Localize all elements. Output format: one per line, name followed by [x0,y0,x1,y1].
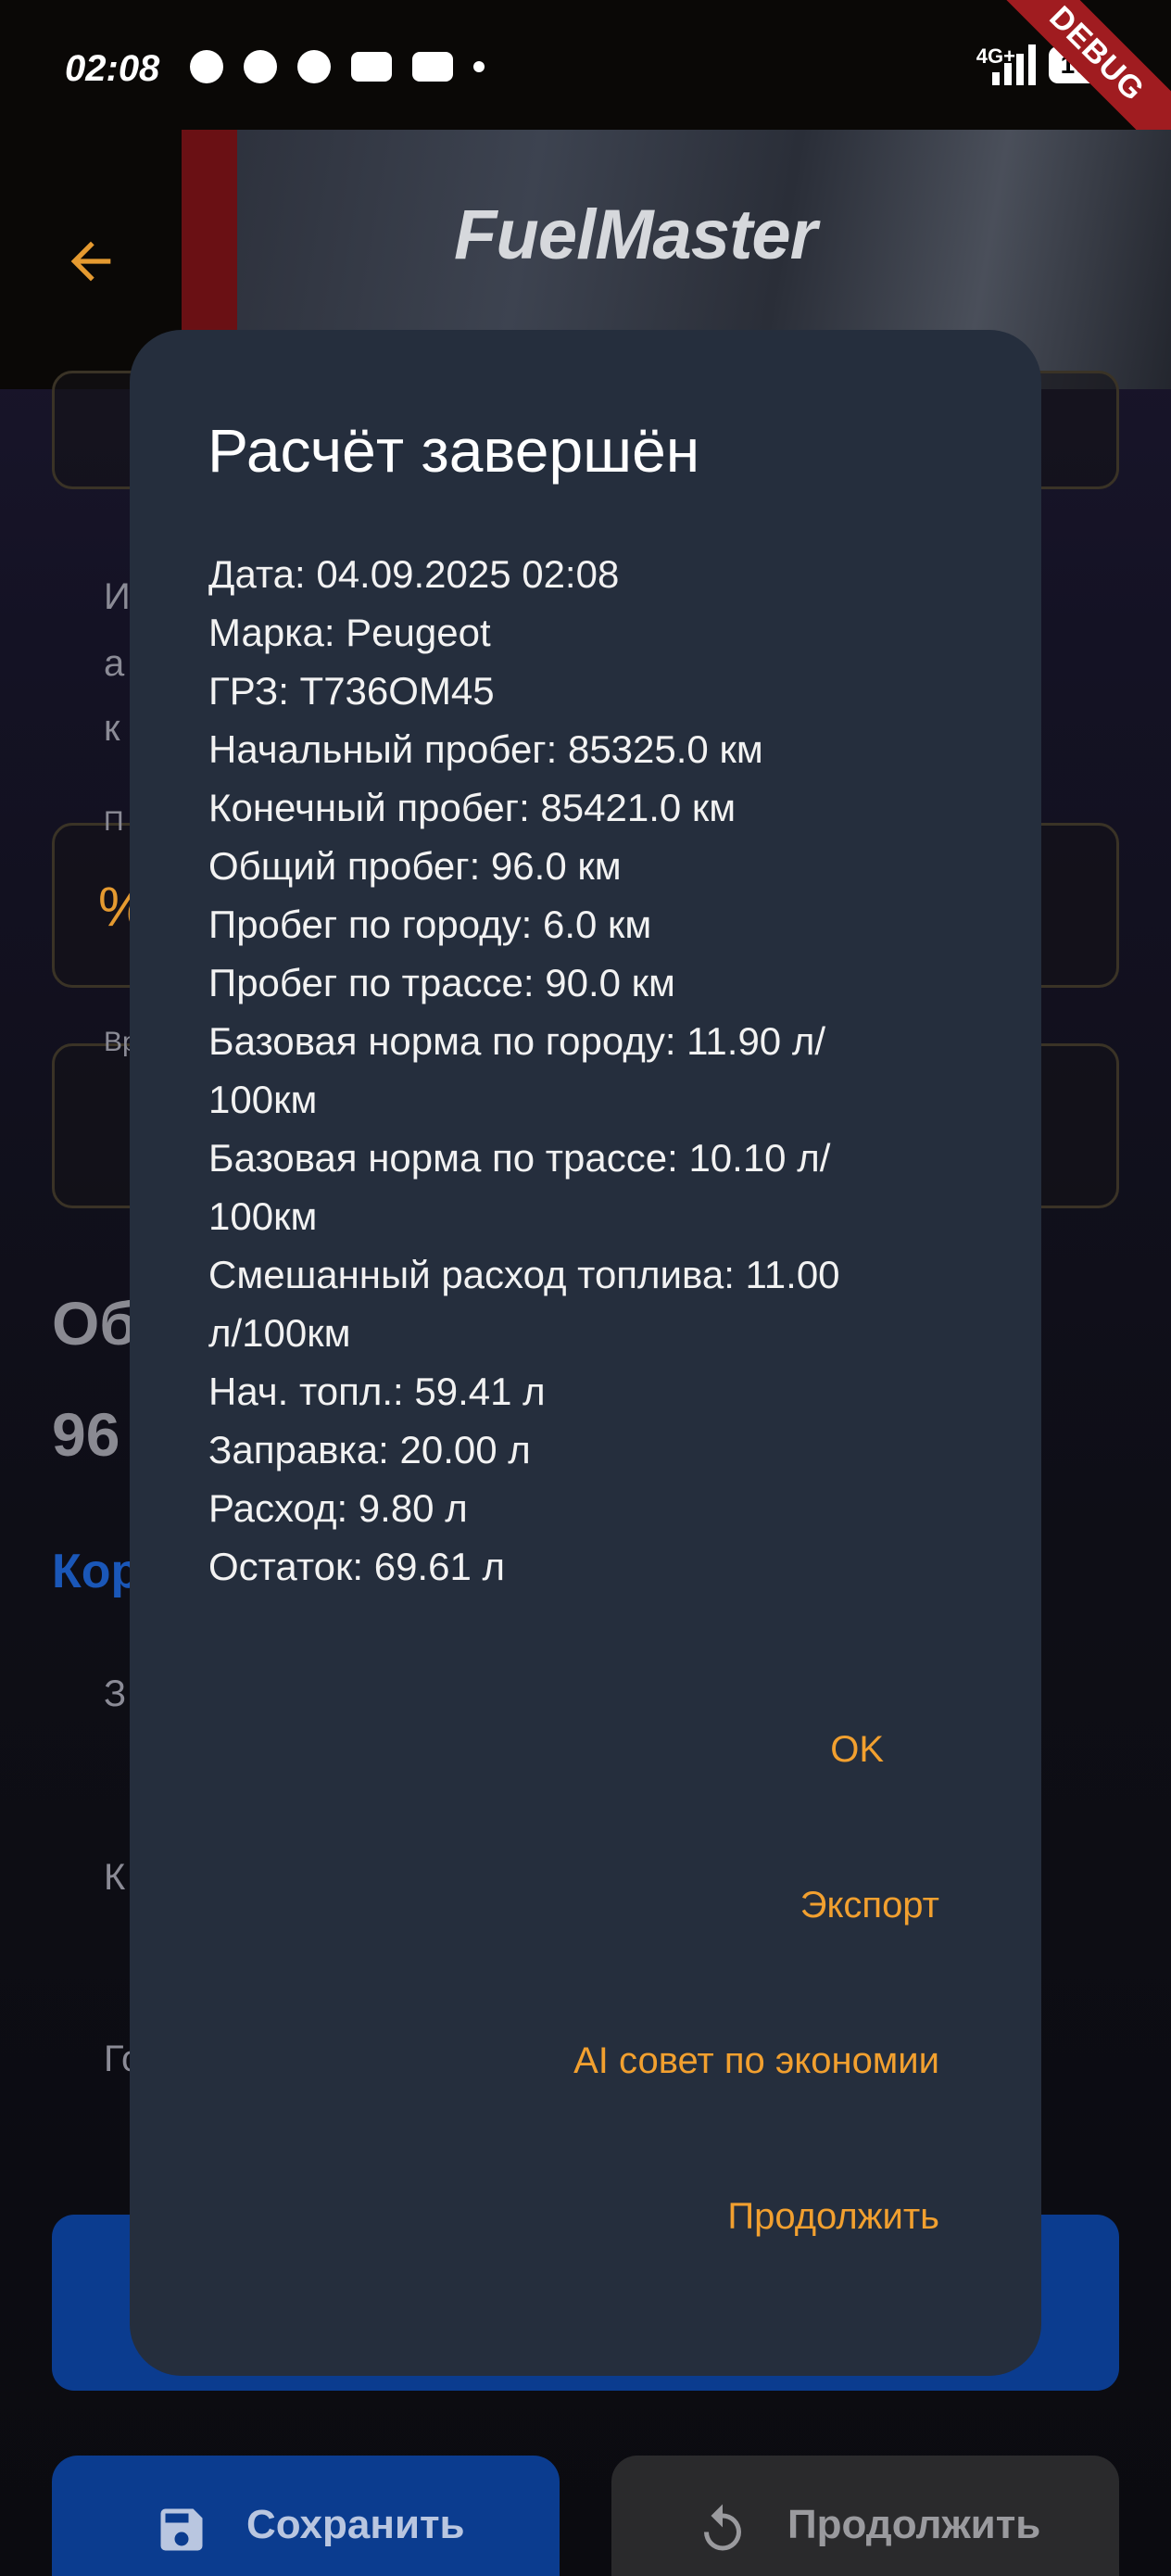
refuel-line: Заправка: 20.00 л [208,1428,531,1471]
brand-logo: FuelMaster [454,196,817,274]
more-notifications-icon [473,61,485,72]
highway-norm-line-cont: 100км [208,1194,318,1238]
date-line: Дата: 04.09.2025 02:08 [208,552,620,596]
continue-bottom-button[interactable]: Продолжить [611,2456,1119,2576]
highway-norm-line: Базовая норма по трассе: 10.10 л/ [208,1136,831,1180]
status-bar: 02:08 4G+ 100 DEBUG [0,0,1171,170]
save-button-label: Сохранить [246,2502,465,2547]
telegram-icon [244,50,277,83]
dialog-content: Дата: 04.09.2025 02:08 Марка: Peugeot ГР… [208,545,977,1596]
ok-button[interactable]: OK [830,1729,884,1771]
signal-icon [992,44,1036,85]
app-notification-icon [412,52,453,82]
background-text: Об [52,1289,138,1357]
plate-line: ГРЗ: Т736ОМ45 [208,669,495,713]
background-text: П [104,806,124,837]
brand-line: Марка: Peugeot [208,611,491,654]
pinterest-icon [297,50,331,83]
chat-icon [190,50,223,83]
highway-mileage-line: Пробег по трассе: 90.0 км [208,961,675,1004]
city-norm-line-cont: 100км [208,1078,318,1121]
remaining-fuel-line: Остаток: 69.61 л [208,1545,505,1588]
background-text: а [104,643,125,684]
notification-icons [190,50,485,83]
continue-button[interactable]: Продолжить [727,2196,939,2238]
background-text: К [104,1857,126,1898]
mixed-consumption-line-cont: л/100км [208,1311,351,1355]
calculation-result-dialog: Расчёт завершён Дата: 04.09.2025 02:08 М… [130,330,1041,2376]
consumption-line: Расход: 9.80 л [208,1486,468,1530]
youtube-icon [351,52,392,82]
city-norm-line: Базовая норма по городу: 11.90 л/ [208,1019,826,1063]
background-text: И [104,576,131,617]
total-mileage-line: Общий пробег: 96.0 км [208,844,622,888]
background-text: З [104,1673,127,1714]
export-button[interactable]: Экспорт [800,1885,939,1926]
dialog-title: Расчёт завершён [208,416,700,485]
save-button[interactable]: Сохранить [52,2456,560,2576]
floppy-disk-icon [160,2508,203,2551]
background-text: Кор [52,1545,141,1598]
status-time: 02:08 [65,48,160,89]
back-arrow-icon[interactable] [61,232,120,291]
background-text: к [104,708,120,749]
refresh-icon [704,2504,741,2551]
ai-advice-button[interactable]: AI совет по экономии [573,2040,939,2082]
background-text: 96 [52,1400,120,1469]
city-mileage-line: Пробег по городу: 6.0 км [208,903,652,946]
end-mileage-line: Конечный пробег: 85421.0 км [208,786,737,829]
start-fuel-line: Нач. топл.: 59.41 л [208,1370,546,1413]
mixed-consumption-line: Смешанный расход топлива: 11.00 [208,1253,840,1296]
start-mileage-line: Начальный пробег: 85325.0 км [208,727,763,771]
continue-bottom-button-label: Продолжить [787,2502,1041,2547]
